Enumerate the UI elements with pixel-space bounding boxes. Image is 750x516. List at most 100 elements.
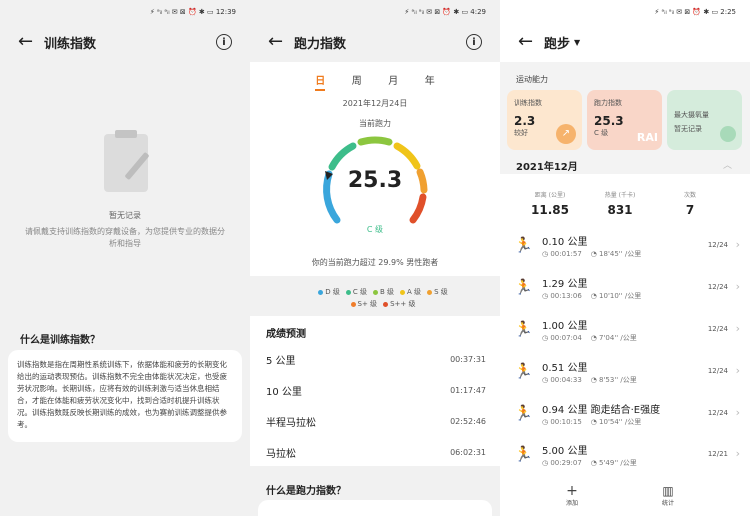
back-arrow-icon[interactable]: ←: [268, 33, 294, 51]
run-distance: 1.29 公里: [542, 279, 588, 290]
compare-text: 你的当前跑力超过 29.9% 男性跑者: [311, 258, 439, 267]
running-index-value: 25.3: [347, 168, 403, 193]
run-pace: 5'49'' /公里: [599, 459, 637, 467]
page-title[interactable]: 跑步: [544, 33, 570, 52]
run-date: 12/24: [707, 283, 728, 291]
dropdown-caret-icon[interactable]: ▼: [574, 38, 580, 47]
run-date: 12/24: [707, 241, 728, 249]
status-bar: ⚡ ᵃᵢₗ ᵃᵢₗ ✉ ⊠ ⏰ ✱ ▭ 12:39: [149, 8, 236, 16]
run-distance: 5.00 公里: [542, 446, 588, 457]
stats-label: 统计: [662, 500, 675, 507]
legend-dot: [383, 301, 389, 307]
prediction-time: 02:52:46: [450, 417, 486, 426]
rai-badge: RAI: [636, 131, 658, 144]
info-icon[interactable]: i: [466, 34, 482, 50]
prediction-time: 01:17:47: [450, 386, 486, 395]
run-date: 12/24: [707, 409, 728, 417]
tile-label: 训练指数: [514, 99, 542, 107]
run-duration: 00:01:57: [550, 250, 582, 258]
run-date: 12/24: [707, 367, 728, 375]
prediction-name: 5 公里: [266, 356, 296, 367]
run-pace: 18'45'' /公里: [599, 250, 642, 258]
runner-icon: 🏃: [514, 236, 533, 254]
chevron-right-icon: ›: [735, 280, 740, 293]
run-record[interactable]: 🏃 0.94 公里 跑走结合·E强度 ◷ 00:10:15 ◔ 10'54'' …: [514, 398, 740, 438]
legend-dot: [400, 289, 406, 295]
chevron-right-icon: ›: [735, 322, 740, 335]
collapse-icon[interactable]: ︿: [723, 158, 732, 171]
stat-calories: 热量 (千卡) 831: [594, 190, 646, 217]
add-label: 添加: [566, 500, 579, 507]
legend-dot: [427, 289, 433, 295]
run-record[interactable]: 🏃 1.29 公里 ◷ 00:13:06 ◔ 10'10'' /公里 12/24…: [514, 272, 740, 312]
tab-month[interactable]: 月: [388, 72, 398, 91]
trend-icon: ↗: [556, 124, 576, 144]
info-icon[interactable]: i: [216, 34, 232, 50]
runner-icon: 🏃: [514, 320, 533, 338]
description-text: 训练指数是指在周期性系统训练下，依据体能和疲劳的长期变化给出的运动表现预估。训练…: [17, 360, 227, 429]
running-index-tile[interactable]: 跑力指数 25.3 C 级 RAI: [587, 90, 662, 150]
run-pace: 7'04'' /公里: [599, 334, 637, 342]
stat-value: 831: [607, 203, 633, 217]
vo2max-tile[interactable]: 最大摄氧量 暂无记录: [667, 90, 742, 150]
page-title: 训练指数: [44, 36, 97, 52]
add-button[interactable]: + 添加: [566, 484, 578, 507]
stat-label: 次数: [683, 192, 696, 199]
grade-label: C 级: [366, 225, 384, 234]
tab-day[interactable]: 日: [315, 72, 326, 91]
description-card: 训练指数是指在周期性系统训练下，依据体能和疲劳的长期变化给出的运动表现预估。训练…: [8, 350, 242, 442]
legend-label: D 级: [325, 288, 340, 296]
stat-label: 距离 (公里): [534, 192, 566, 199]
run-duration: 00:07:04: [550, 334, 582, 342]
tab-year[interactable]: 年: [425, 72, 435, 91]
back-arrow-icon[interactable]: ←: [518, 33, 544, 51]
stats-button[interactable]: ▥ 统计: [662, 484, 674, 507]
run-meta: ◷ 00:29:07 ◔ 5'49'' /公里: [542, 459, 637, 467]
run-duration: 00:10:15: [550, 418, 582, 426]
clipboard-clip: [115, 130, 137, 138]
stat-count: 次数 7: [664, 190, 716, 217]
legend-label: B 级: [380, 288, 395, 296]
gauge-label: 当前跑力: [359, 119, 391, 128]
training-index-screen: ⚡ ᵃᵢₗ ᵃᵢₗ ✉ ⊠ ⏰ ✱ ▭ 12:39 ← 训练指数 i 暂无记录 …: [0, 0, 250, 516]
run-pace: 10'54'' /公里: [599, 418, 642, 426]
legend-label: S+ 级: [357, 300, 378, 308]
stat-value: 7: [685, 203, 695, 217]
no-record-text: 暂无记录: [109, 211, 141, 220]
stat-value: 11.85: [531, 203, 569, 217]
prediction-row: 10 公里 01:17:47: [250, 375, 500, 406]
prediction-row: 半程马拉松 02:52:46: [250, 406, 500, 437]
run-date: 12/21: [707, 450, 728, 458]
run-pace: 10'10'' /公里: [599, 292, 642, 300]
run-duration: 00:04:33: [550, 376, 582, 384]
prediction-time: 00:37:31: [450, 355, 486, 364]
run-record[interactable]: 🏃 0.51 公里 ◷ 00:04:33 ◔ 8'53'' /公里 12/24 …: [514, 356, 740, 396]
date-label: 2021年12月24日: [342, 99, 408, 108]
back-arrow-icon[interactable]: ←: [18, 33, 44, 51]
legend-dot: [373, 289, 379, 295]
runner-icon: 🏃: [514, 278, 533, 296]
legend-dot: [350, 301, 356, 307]
header: ← 训练指数 i: [18, 30, 232, 54]
run-distance: 0.10 公里: [542, 237, 588, 248]
run-record[interactable]: 🏃 5.00 公里 ◷ 00:29:07 ◔ 5'49'' /公里 12/21 …: [514, 439, 740, 479]
runner-icon: 🏃: [514, 445, 533, 463]
prediction-title: 成绩预测: [266, 329, 306, 340]
run-record[interactable]: 🏃 1.00 公里 ◷ 00:07:04 ◔ 7'04'' /公里 12/24 …: [514, 314, 740, 354]
run-record[interactable]: 🏃 0.10 公里 ◷ 00:01:57 ◔ 18'45'' /公里 12/24…: [514, 230, 740, 270]
chart-icon: ▥: [662, 484, 674, 498]
header: ← 跑步 ▼: [518, 30, 732, 54]
prediction-row: 5 公里 00:37:31: [250, 344, 500, 375]
runner-icon: 🏃: [514, 404, 533, 422]
stat-distance: 距离 (公里) 11.85: [524, 190, 576, 217]
runner-icon: 🏃: [514, 362, 533, 380]
chevron-right-icon: ›: [735, 364, 740, 377]
training-index-tile[interactable]: 训练指数 2.3 较好 ↗: [507, 90, 582, 150]
section-title: 什么是跑力指数？: [266, 486, 346, 497]
legend-label: C 级: [352, 288, 368, 296]
prediction-name: 10 公里: [266, 387, 302, 398]
page-title: 跑力指数: [294, 36, 347, 52]
tab-week[interactable]: 周: [352, 72, 362, 91]
run-distance: 1.00 公里: [542, 321, 588, 332]
grade-legend: D 级 C 级 B 级 A 级 S 级 S+ 级 S++ 级: [290, 286, 470, 310]
